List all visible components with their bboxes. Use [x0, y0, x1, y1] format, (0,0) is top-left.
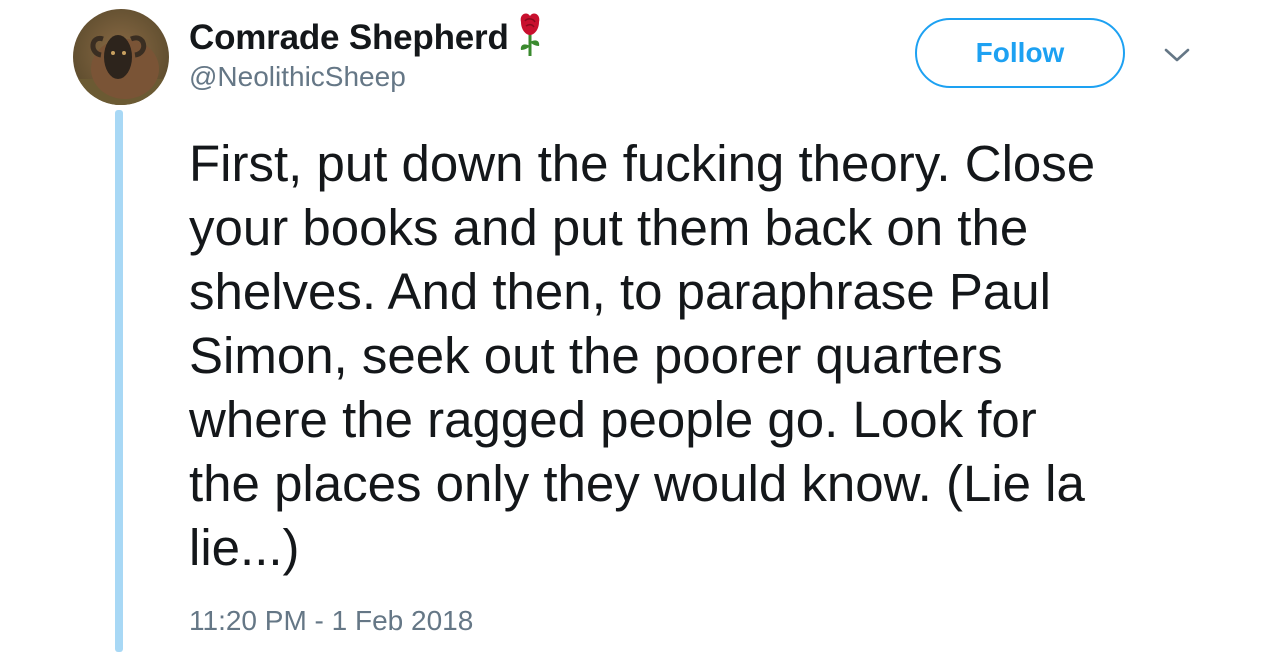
- avatar[interactable]: [73, 9, 169, 105]
- user-handle[interactable]: @NeolithicSheep: [189, 61, 406, 93]
- rose-icon: [515, 12, 545, 63]
- tweet-text: First, put down the fucking theory. Clos…: [189, 132, 1189, 580]
- tweet-line: shelves. And then, to paraphrase Paul: [189, 263, 1051, 320]
- tweet-line: where the ragged people go. Look for: [189, 391, 1037, 448]
- follow-button[interactable]: Follow: [915, 18, 1125, 88]
- display-name[interactable]: Comrade Shepherd: [189, 18, 509, 58]
- tweet-line: Simon, seek out the poorer quarters: [189, 327, 1003, 384]
- tweet-line: lie...): [189, 519, 300, 576]
- sheep-avatar-image: [73, 9, 169, 105]
- tweet-timestamp[interactable]: 11:20 PM - 1 Feb 2018: [189, 605, 473, 637]
- tweet-line: your books and put them back on the: [189, 199, 1029, 256]
- tweet-line: the places only they would know. (Lie la: [189, 455, 1085, 512]
- chevron-down-icon[interactable]: [1162, 44, 1192, 66]
- thread-line: [115, 110, 123, 652]
- tweet-line: First, put down the fucking theory. Clos…: [189, 135, 1096, 192]
- user-name-row[interactable]: Comrade Shepherd: [189, 12, 545, 63]
